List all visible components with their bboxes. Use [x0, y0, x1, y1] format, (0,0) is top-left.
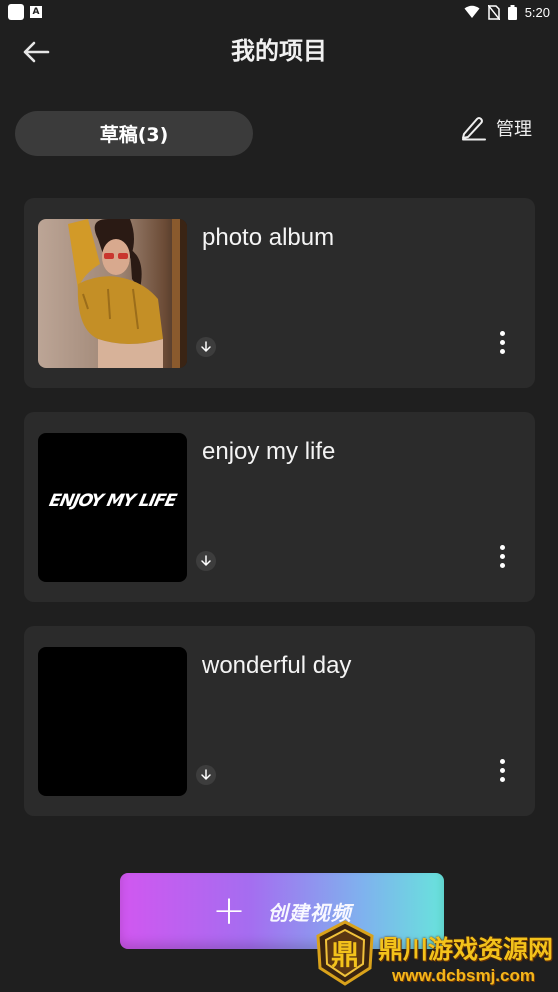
- project-thumbnail: ENJOY MY LIFE: [38, 433, 187, 582]
- battery-icon: [507, 4, 517, 20]
- watermark-url: www.dcbsmj.com: [392, 966, 535, 985]
- watermark-logo: 鼎: [316, 920, 374, 986]
- more-dot-icon: [499, 553, 505, 559]
- more-dot-icon: [499, 758, 505, 764]
- header: 我的项目: [0, 24, 558, 82]
- more-dot-icon: [499, 767, 505, 773]
- project-card[interactable]: photo album: [24, 198, 535, 388]
- tab-drafts[interactable]: 草稿(3): [15, 111, 253, 156]
- more-options-button[interactable]: [490, 756, 514, 784]
- project-title: enjoy my life: [202, 438, 336, 465]
- project-title: photo album: [202, 224, 335, 251]
- clock: 5:20: [524, 4, 550, 20]
- pen-edit-icon: [462, 117, 486, 141]
- more-options-button[interactable]: [490, 542, 514, 570]
- manage-button[interactable]: 管理: [460, 112, 532, 144]
- woman-photo-image: [38, 219, 187, 368]
- project-thumbnail: [38, 647, 187, 796]
- watermark-badge-text: 鼎: [331, 938, 359, 971]
- wifi-icon: [464, 5, 480, 18]
- more-dot-icon: [499, 330, 505, 336]
- plus-icon: +: [212, 888, 246, 934]
- download-icon: [196, 765, 216, 785]
- app-notification-icon: [8, 4, 24, 20]
- watermark-name: 鼎川游戏资源网: [378, 935, 554, 964]
- project-card[interactable]: wonderful day: [24, 626, 535, 816]
- no-sim-icon: [487, 4, 500, 20]
- status-bar: A 5:20: [0, 0, 558, 24]
- more-dot-icon: [499, 339, 505, 345]
- more-dot-icon: [499, 348, 505, 354]
- more-dot-icon: [499, 544, 505, 550]
- project-title: wonderful day: [202, 652, 352, 679]
- watermark: 鼎 鼎川游戏资源网 www.dcbsmj.com: [306, 918, 558, 992]
- thumbnail-text: ENJOY MY LIFE: [47, 491, 178, 511]
- project-thumbnail: [38, 219, 187, 368]
- more-dot-icon: [499, 776, 505, 782]
- notification-badge-icon: A: [30, 6, 42, 18]
- manage-label: 管理: [496, 119, 532, 140]
- download-icon: [196, 551, 216, 571]
- download-icon: [196, 337, 216, 357]
- page-title: 我的项目: [231, 37, 327, 65]
- more-dot-icon: [499, 562, 505, 568]
- more-options-button[interactable]: [490, 328, 514, 356]
- project-card[interactable]: ENJOY MY LIFE enjoy my life: [24, 412, 535, 602]
